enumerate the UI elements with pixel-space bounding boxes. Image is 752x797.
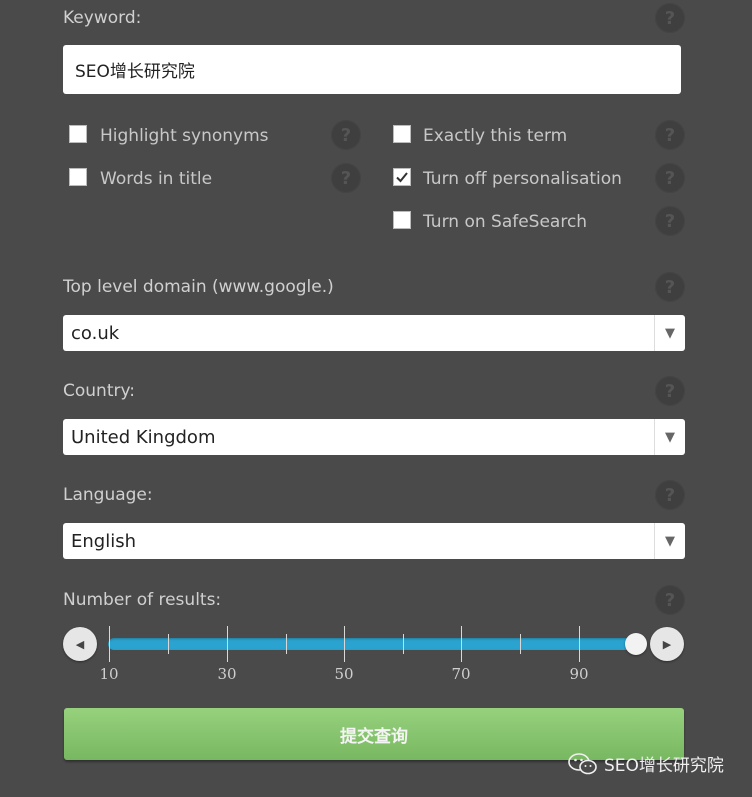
watermark-text: SEO增长研究院: [604, 756, 724, 776]
slider-tick-major: [461, 626, 462, 662]
language-label: Language:: [63, 485, 153, 505]
slider-tick-label: 50: [334, 665, 354, 683]
watermark: SEO增长研究院: [568, 751, 724, 776]
highlight-synonyms-label: Highlight synonyms: [100, 126, 269, 146]
chevron-down-icon[interactable]: ▼: [654, 523, 685, 559]
chevron-down-icon[interactable]: ▼: [654, 419, 685, 455]
slider-tick-label: 90: [569, 665, 589, 683]
language-select[interactable]: English ▼: [63, 523, 685, 559]
keyword-label: Keyword:: [63, 8, 142, 28]
chevron-down-icon[interactable]: ▼: [654, 315, 685, 351]
slider-tick-minor: [403, 634, 404, 654]
keyword-input[interactable]: SEO增长研究院: [63, 45, 681, 94]
turn-off-personalisation-label: Turn off personalisation: [423, 169, 622, 189]
tld-help-icon[interactable]: ?: [655, 272, 685, 302]
language-help-icon[interactable]: ?: [655, 480, 685, 510]
results-slider-handle[interactable]: [625, 633, 647, 655]
words-in-title-checkbox[interactable]: [69, 168, 87, 186]
results-help-icon[interactable]: ?: [655, 585, 685, 615]
slider-tick-major: [227, 626, 228, 662]
words-in-title-label: Words in title: [100, 169, 213, 189]
language-value: English: [71, 530, 136, 552]
highlight-synonyms-help-icon[interactable]: ?: [331, 120, 361, 150]
chevron-left-icon: ◀: [75, 637, 85, 651]
slider-tick-major: [109, 626, 110, 662]
highlight-synonyms-checkbox[interactable]: [69, 125, 87, 143]
slider-tick-label: 30: [217, 665, 237, 683]
tld-label: Top level domain (www.google.): [63, 277, 334, 297]
slider-tick-minor: [286, 634, 287, 654]
turn-off-personalisation-checkbox[interactable]: [393, 168, 411, 186]
exactly-this-term-checkbox[interactable]: [393, 125, 411, 143]
country-select[interactable]: United Kingdom ▼: [63, 419, 685, 455]
slider-tick-minor: [168, 634, 169, 654]
country-label: Country:: [63, 381, 136, 401]
slider-decrease-button[interactable]: ◀: [63, 627, 97, 661]
tld-value: co.uk: [71, 322, 120, 344]
chevron-right-icon: ▶: [662, 637, 672, 651]
slider-tick-major: [579, 626, 580, 662]
exactly-this-term-label: Exactly this term: [423, 126, 568, 146]
slider-tick-label: 70: [451, 665, 471, 683]
turn-off-personalisation-help-icon[interactable]: ?: [655, 163, 685, 193]
slider-tick-label: 10: [99, 665, 119, 683]
checkmark-icon: [396, 172, 408, 183]
words-in-title-help-icon[interactable]: ?: [331, 163, 361, 193]
keyword-help-icon[interactable]: ?: [655, 3, 685, 33]
slider-tick-major: [344, 626, 345, 662]
country-value: United Kingdom: [71, 426, 216, 448]
country-help-icon[interactable]: ?: [655, 376, 685, 406]
wechat-icon: [568, 752, 597, 774]
results-label: Number of results:: [63, 590, 222, 610]
turn-on-safesearch-label: Turn on SafeSearch: [423, 212, 588, 232]
slider-tick-minor: [520, 634, 521, 654]
turn-on-safesearch-help-icon[interactable]: ?: [655, 206, 685, 236]
slider-increase-button[interactable]: ▶: [650, 627, 684, 661]
turn-on-safesearch-checkbox[interactable]: [393, 211, 411, 229]
exactly-this-term-help-icon[interactable]: ?: [655, 120, 685, 150]
results-slider-track[interactable]: [108, 638, 638, 650]
tld-select[interactable]: co.uk ▼: [63, 315, 685, 351]
